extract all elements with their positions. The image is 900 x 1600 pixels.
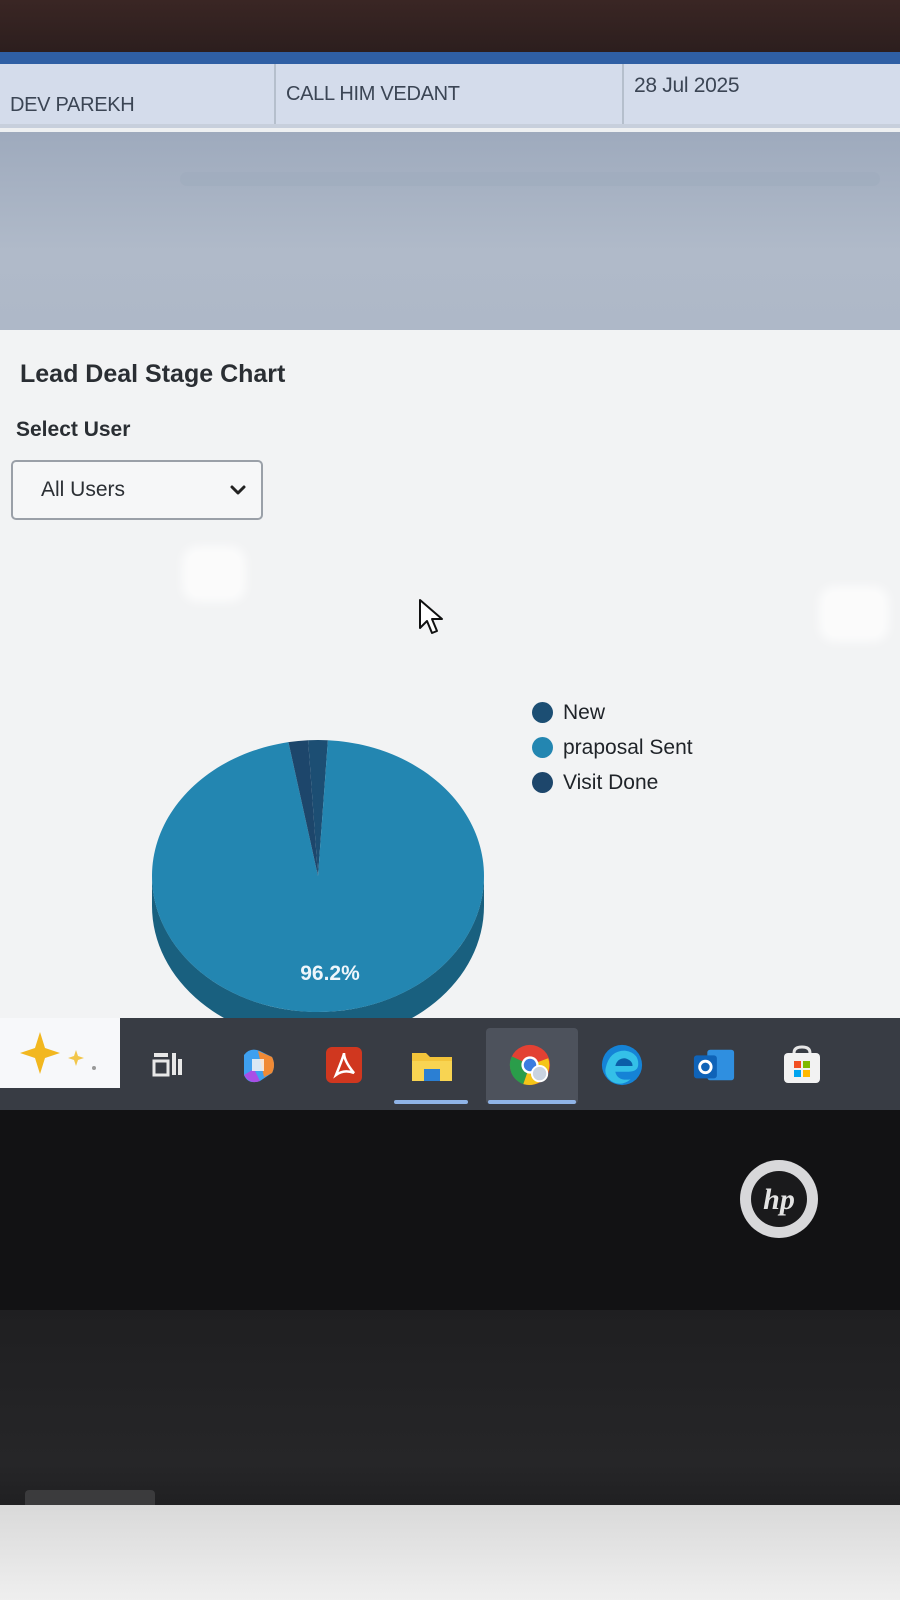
legend-label: praposal Sent — [563, 735, 693, 759]
desk-surface — [0, 1505, 900, 1600]
table-row[interactable]: DEV PAREKH CALL HIM VEDANT 28 Jul 2025 — [0, 64, 900, 128]
cell-lead-name: DEV PAREKH — [0, 64, 276, 124]
mouse-cursor-icon — [419, 599, 443, 634]
legend-item[interactable]: praposal Sent — [532, 730, 693, 765]
store-icon[interactable] — [780, 1043, 824, 1087]
widgets-icon[interactable] — [146, 1043, 190, 1087]
chrome-icon[interactable] — [508, 1043, 552, 1087]
legend-label: Visit Done — [563, 770, 659, 794]
legend-item[interactable]: Visit Done — [532, 765, 693, 800]
screen-glare — [825, 592, 883, 636]
select-user-label: Select User — [16, 418, 131, 441]
screen: DEV PAREKH CALL HIM VEDANT 28 Jul 2025 L… — [0, 52, 900, 1112]
laptop-bezel-top — [0, 0, 900, 60]
file-explorer-icon[interactable] — [410, 1043, 454, 1087]
legend-marker — [532, 772, 553, 793]
lead-deal-stage-panel: Lead Deal Stage Chart Select User All Us… — [0, 330, 900, 1050]
copilot-icon[interactable] — [236, 1043, 280, 1087]
header-accent-bar — [0, 52, 900, 64]
user-select-value: All Users — [41, 478, 126, 501]
hp-logo-text: hp — [763, 1183, 795, 1216]
legend-marker — [532, 737, 553, 758]
chart-title: Lead Deal Stage Chart — [20, 360, 286, 388]
screen-glare — [188, 552, 240, 596]
file-explorer-indicator — [394, 1100, 468, 1104]
user-select-dropdown[interactable]: All Users — [11, 460, 263, 520]
blurred-scrollbar — [180, 172, 880, 186]
windows-taskbar — [0, 1018, 900, 1118]
chevron-down-icon — [230, 485, 246, 495]
outlook-icon[interactable] — [692, 1043, 736, 1087]
cell-remark: CALL HIM VEDANT — [276, 64, 624, 124]
acrobat-icon[interactable] — [322, 1043, 366, 1087]
copilot-tile[interactable] — [0, 1018, 120, 1088]
hp-logo-icon: hp — [740, 1160, 818, 1238]
pie-chart: 96.2% — [151, 740, 484, 1042]
legend-marker — [532, 702, 553, 723]
legend-item[interactable]: New — [532, 695, 693, 730]
section-divider-band — [0, 132, 900, 332]
pie-data-label: 96.2% — [300, 962, 360, 985]
copilot-sparkle-icon — [20, 1032, 96, 1074]
chart-legend: New praposal Sent Visit Done — [532, 695, 693, 800]
legend-label: New — [563, 700, 606, 724]
edge-icon[interactable] — [600, 1043, 644, 1087]
cell-date: 28 Jul 2025 — [634, 74, 740, 97]
chrome-indicator — [488, 1100, 576, 1104]
